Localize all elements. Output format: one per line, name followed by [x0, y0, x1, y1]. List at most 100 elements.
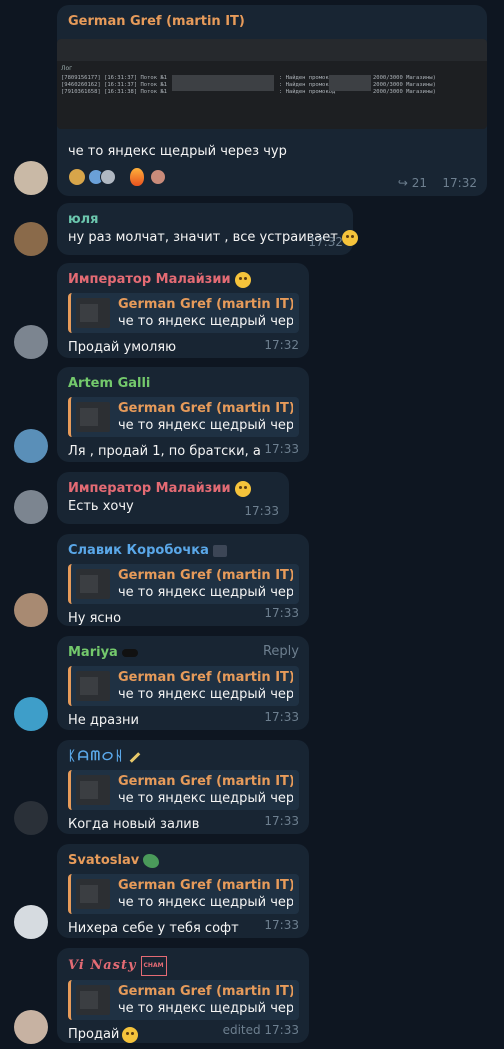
sender-name[interactable]: Vi Nasty CHAM — [68, 956, 298, 976]
sender-name[interactable]: German Gref (martin IT) — [57, 13, 487, 31]
quote-text: че то яндекс щедрый чере... — [118, 1000, 293, 1016]
screenshot-tab-label: Лог — [61, 65, 73, 72]
blurred-region — [172, 75, 274, 91]
message-bubble[interactable]: ᛕᗩᗰᝪᚺ German Gref (martin IT) че то яндек… — [57, 740, 309, 834]
sender-name[interactable]: Император Малайзии — [68, 271, 298, 289]
message-time: 17:32 — [308, 235, 343, 249]
reply-quote[interactable]: German Gref (martin IT) че то яндекс щедр… — [68, 666, 299, 706]
quote-text: че то яндекс щедрый чере... — [118, 790, 293, 806]
message-bubble[interactable]: Mariya Reply German Gref (martin IT) че т… — [57, 636, 309, 730]
fire-icon — [130, 168, 144, 186]
message-bubble[interactable]: Император Малайзии German Gref (martin I… — [57, 263, 309, 358]
reaction-avatars[interactable] — [150, 167, 166, 187]
message-time: 17:33 — [264, 442, 299, 456]
reaction-emoji[interactable] — [68, 167, 86, 187]
quote-sender: German Gref (martin IT) — [118, 296, 293, 312]
screenshot-row: : Найден промокод — [279, 82, 336, 88]
thinking-emoji-icon — [234, 481, 251, 497]
quote-thumbnail — [76, 985, 110, 1015]
screenshot-row: 2000/3000 Магазины) — [373, 82, 436, 88]
sender-name[interactable]: Artem Galli — [68, 375, 298, 393]
custom-emoji-icon — [212, 545, 227, 557]
screenshot-row: [7809156177] [16:31:37] Поток №1 — [61, 75, 167, 81]
message-bubble[interactable]: Император Малайзии Есть хочу 17:33 — [57, 472, 289, 524]
message-bubble[interactable]: Artem Galli German Gref (martin IT) че то… — [57, 367, 309, 462]
reply-quote[interactable]: German Gref (martin IT) че то яндекс щедр… — [68, 293, 299, 333]
message-time: 17:33 — [264, 814, 299, 828]
quote-thumbnail — [76, 569, 110, 599]
avatar[interactable] — [14, 593, 48, 627]
screenshot-image[interactable]: Лог [7809156177] [16:31:37] Поток №1 [94… — [57, 39, 487, 129]
sender-name[interactable]: Славик Коробочка — [68, 542, 298, 560]
screenshot-row: [9460260162] [16:31:37] Поток №1 — [61, 82, 167, 88]
message-text: ну раз молчат, значит , все устраивает — [68, 229, 358, 247]
avatar[interactable] — [14, 801, 48, 835]
message-time: 17:32 — [442, 176, 477, 190]
blurred-region — [329, 75, 371, 91]
message-bubble[interactable]: юля ну раз молчат, значит , все устраива… — [57, 203, 358, 255]
reply-quote[interactable]: German Gref (martin IT) че то яндекс щедр… — [68, 564, 299, 604]
message-bubble[interactable]: Славик Коробочка German Gref (martin IT)… — [57, 534, 309, 626]
message-time: 17:33 — [244, 504, 279, 518]
avatar[interactable] — [14, 325, 48, 359]
avatar[interactable] — [14, 697, 48, 731]
screenshot-row: : Найден промокод — [279, 75, 336, 81]
quote-sender: German Gref (martin IT) — [118, 983, 293, 999]
reaction-avatars[interactable] — [88, 167, 116, 187]
quote-thumbnail — [76, 671, 110, 701]
sender-name[interactable]: юля — [68, 211, 342, 229]
quote-text: че то яндекс щедрый чере... — [118, 417, 293, 433]
quote-thumbnail — [76, 298, 110, 328]
message-bubble[interactable]: German Gref (martin IT) Лог [7809156177]… — [57, 5, 487, 196]
smile-emoji-icon — [341, 229, 358, 246]
reply-button[interactable]: Reply — [263, 644, 299, 659]
avatar[interactable] — [14, 905, 48, 939]
quote-text: че то яндекс щедрый чере... — [118, 584, 293, 600]
quote-text: че то яндекс щедрый чере... — [118, 313, 293, 329]
sender-badge: CHAM — [140, 956, 167, 976]
screenshot-row: [7910361658] [16:31:38] Поток №1 — [61, 89, 167, 95]
reply-quote[interactable]: German Gref (martin IT) че то яндекс щедр… — [68, 980, 299, 1020]
message-time: 17:33 — [264, 918, 299, 932]
reply-quote[interactable]: German Gref (martin IT) че то яндекс щедр… — [68, 770, 299, 810]
avatar[interactable] — [14, 222, 48, 256]
sender-name[interactable]: Svatoslav — [68, 852, 298, 870]
quote-sender: German Gref (martin IT) — [118, 877, 293, 893]
quote-sender: German Gref (martin IT) — [118, 669, 293, 685]
reaction-fire[interactable] — [130, 167, 144, 187]
quote-sender: German Gref (martin IT) — [118, 773, 293, 789]
wand-emoji-icon — [129, 751, 141, 763]
screenshot-row: 2000/3000 Магазины) — [373, 75, 436, 81]
quote-sender: German Gref (martin IT) — [118, 567, 293, 583]
message-time: edited 17:33 — [222, 1023, 299, 1037]
forward-icon: ↪ — [397, 176, 408, 190]
sender-name[interactable]: ᛕᗩᗰᝪᚺ — [68, 748, 298, 766]
message-text: че то яндекс щедрый через чур — [68, 144, 287, 159]
avatar — [150, 169, 166, 185]
message-time: 17:33 — [264, 710, 299, 724]
blush-emoji-icon — [122, 1026, 139, 1043]
quote-text: че то яндекс щедрый чере... — [118, 686, 293, 702]
avatar[interactable] — [14, 161, 48, 195]
avatar — [100, 169, 116, 185]
quote-text: че то яндекс щедрый чере... — [118, 894, 293, 910]
thinking-emoji-icon — [234, 272, 251, 288]
quote-thumbnail — [76, 879, 110, 909]
screenshot-header — [57, 39, 487, 61]
dragon-emoji-icon — [143, 854, 160, 868]
quote-sender: German Gref (martin IT) — [118, 400, 293, 416]
screenshot-row: 2000/3000 Магазины) — [373, 89, 436, 95]
reply-quote[interactable]: German Gref (martin IT) че то яндекс щедр… — [68, 397, 299, 437]
message-bubble[interactable]: Svatoslav German Gref (martin IT) че то я… — [57, 844, 309, 938]
avatar[interactable] — [14, 490, 48, 524]
message-bubble[interactable]: Vi Nasty CHAM German Gref (martin IT) че т… — [57, 948, 309, 1043]
sender-name[interactable]: Император Малайзии — [68, 480, 278, 498]
quote-thumbnail — [76, 775, 110, 805]
sunglasses-emoji-icon — [121, 649, 138, 657]
screenshot-row: : Найден промокод — [279, 89, 336, 95]
avatar[interactable] — [14, 1010, 48, 1044]
message-time: 17:33 — [264, 606, 299, 620]
avatar[interactable] — [14, 429, 48, 463]
reply-quote[interactable]: German Gref (martin IT) че то яндекс щедр… — [68, 874, 299, 914]
message-time: 17:32 — [264, 338, 299, 352]
